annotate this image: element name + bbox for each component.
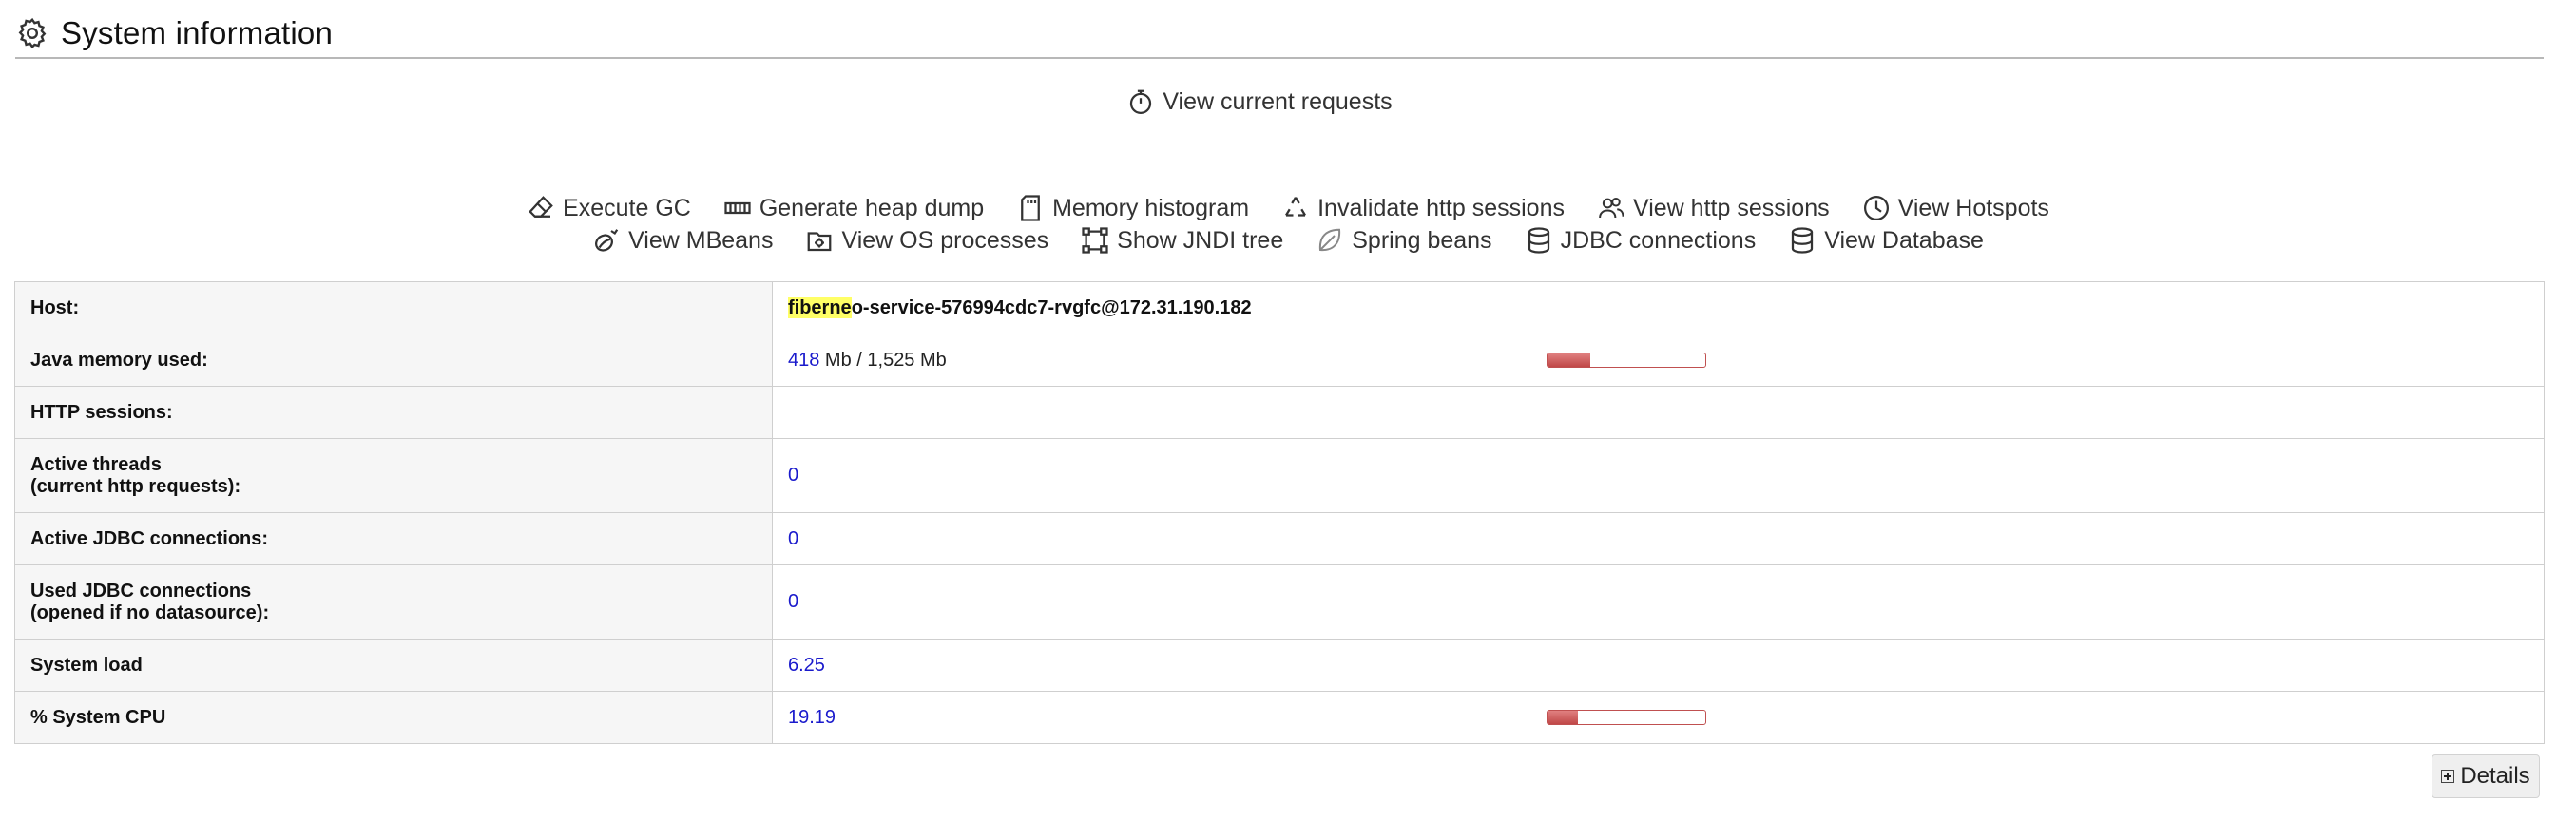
table-row: System load 6.25 — [14, 639, 2545, 692]
jdbc-connections-link[interactable]: JDBC connections — [1525, 226, 1757, 255]
memory-used-value: 418 — [788, 349, 820, 371]
invalidate-http-sessions-label: Invalidate http sessions — [1317, 194, 1565, 221]
details-button[interactable]: Details — [2432, 754, 2540, 798]
leaf-icon — [1319, 228, 1341, 252]
active-threads-label-line1: Active threads — [30, 453, 162, 475]
spring-beans-label: Spring beans — [1352, 226, 1492, 254]
details-label: Details — [2460, 763, 2530, 789]
jdbc-connections-label: JDBC connections — [1560, 226, 1757, 254]
generate-heap-dump-label: Generate heap dump — [759, 194, 985, 221]
active-jdbc-number: 0 — [788, 527, 799, 549]
users-icon — [1599, 198, 1624, 219]
search-highlight: fiberne — [788, 296, 852, 318]
memory-histogram-label: Memory histogram — [1052, 194, 1250, 221]
show-jndi-tree-link[interactable]: Show JNDI tree — [1081, 226, 1283, 255]
view-hotspots-link[interactable]: View Hotspots — [1862, 194, 2049, 222]
view-mbeans-link[interactable]: View MBeans — [592, 226, 773, 255]
active-threads-label: Active threads (current http requests): — [14, 438, 773, 513]
spring-beans-link[interactable]: Spring beans — [1316, 226, 1492, 255]
http-sessions-value — [772, 386, 2545, 439]
invalidate-http-sessions-link[interactable]: Invalidate http sessions — [1281, 194, 1565, 222]
show-jndi-tree-label: Show JNDI tree — [1117, 226, 1284, 254]
execute-gc-label: Execute GC — [563, 194, 691, 221]
table-row: Active threads (current http requests): 0 — [14, 438, 2545, 513]
memory-label: Java memory used: — [14, 334, 773, 387]
view-http-sessions-label: View http sessions — [1633, 194, 1830, 221]
page-title: System information — [61, 15, 334, 50]
table-row: Host: fiberneo-service-576994cdc7-rvgfc@… — [14, 281, 2545, 334]
beans-icon — [595, 229, 619, 252]
used-jdbc-value: 0 — [772, 564, 2545, 640]
table-row: Used JDBC connections (opened if no datas… — [14, 564, 2545, 640]
memory-icon — [724, 201, 751, 215]
memory-usage-fill — [1548, 353, 1590, 367]
generate-heap-dump-link[interactable]: Generate heap dump — [723, 194, 984, 222]
table-row: % System CPU 19.19 — [14, 691, 2545, 744]
active-threads-value: 0 — [772, 438, 2545, 513]
memory-histogram-link[interactable]: Memory histogram — [1016, 194, 1249, 222]
database-icon — [1792, 227, 1814, 254]
stopwatch-icon — [1130, 89, 1152, 114]
gear-box-icon — [808, 232, 832, 252]
http-sessions-label: HTTP sessions: — [14, 386, 773, 439]
host-value-rest: o-service-576994cdc7-rvgfc@172.31.190.18… — [851, 296, 1252, 318]
system-information-page: System information View current requests… — [0, 0, 2576, 821]
clock-icon — [1863, 196, 1889, 220]
eraser-icon — [529, 196, 553, 218]
memory-total-text: Mb / 1,525 Mb — [819, 349, 947, 371]
active-jdbc-label: Active JDBC connections: — [14, 512, 773, 565]
memory-value: 418 Mb / 1,525 Mb — [772, 334, 2545, 387]
system-info-table: Host: fiberneo-service-576994cdc7-rvgfc@… — [14, 281, 2545, 744]
view-current-requests-link[interactable]: View current requests — [1126, 87, 1393, 116]
sd-card-icon — [1021, 195, 1040, 221]
actions-row-2: View MBeans View OS processes Show JNDI … — [0, 226, 2576, 255]
memory-usage-bar — [1547, 353, 1706, 368]
gear-icon — [18, 17, 47, 49]
cpu-usage-fill — [1548, 711, 1578, 724]
host-value: fiberneo-service-576994cdc7-rvgfc@172.31… — [772, 281, 2545, 334]
host-label: Host: — [14, 281, 773, 334]
system-load-label: System load — [14, 639, 773, 692]
cpu-usage-bar — [1547, 710, 1706, 725]
view-mbeans-label: View MBeans — [628, 226, 774, 254]
tree-nodes-icon — [1082, 227, 1108, 254]
table-row: Java memory used: 418 Mb / 1,525 Mb — [14, 334, 2545, 387]
execute-gc-link[interactable]: Execute GC — [527, 194, 691, 222]
system-cpu-value: 19.19 — [772, 691, 2545, 744]
system-load-number: 6.25 — [788, 654, 825, 676]
system-load-value: 6.25 — [772, 639, 2545, 692]
view-current-requests-label: View current requests — [1163, 87, 1393, 115]
used-jdbc-label: Used JDBC connections (opened if no datas… — [14, 564, 773, 640]
system-cpu-label: % System CPU — [14, 691, 773, 744]
used-jdbc-number: 0 — [788, 591, 799, 612]
view-database-label: View Database — [1824, 226, 1984, 254]
recycle-icon — [1285, 197, 1307, 217]
active-threads-label-line2: (current http requests): — [30, 475, 241, 497]
view-http-sessions-link[interactable]: View http sessions — [1597, 194, 1830, 222]
system-cpu-number: 19.19 — [788, 706, 836, 728]
view-hotspots-label: View Hotspots — [1897, 194, 2049, 221]
view-os-processes-link[interactable]: View OS processes — [805, 226, 1048, 255]
page-header: System information — [15, 10, 2544, 59]
view-os-processes-label: View OS processes — [841, 226, 1049, 254]
table-row: HTTP sessions: — [14, 386, 2545, 439]
active-jdbc-value: 0 — [772, 512, 2545, 565]
expand-plus-icon — [2441, 770, 2455, 783]
actions-row-1: Execute GC Generate heap dump Memory his… — [0, 194, 2576, 222]
current-requests-row: View current requests — [0, 87, 2576, 116]
used-jdbc-label-line2: (opened if no datasource): — [30, 601, 270, 623]
table-row: Active JDBC connections: 0 — [14, 512, 2545, 565]
used-jdbc-label-line1: Used JDBC connections — [30, 580, 252, 601]
view-database-link[interactable]: View Database — [1788, 226, 1984, 255]
database-icon — [1528, 227, 1549, 254]
active-threads-number: 0 — [788, 465, 799, 486]
